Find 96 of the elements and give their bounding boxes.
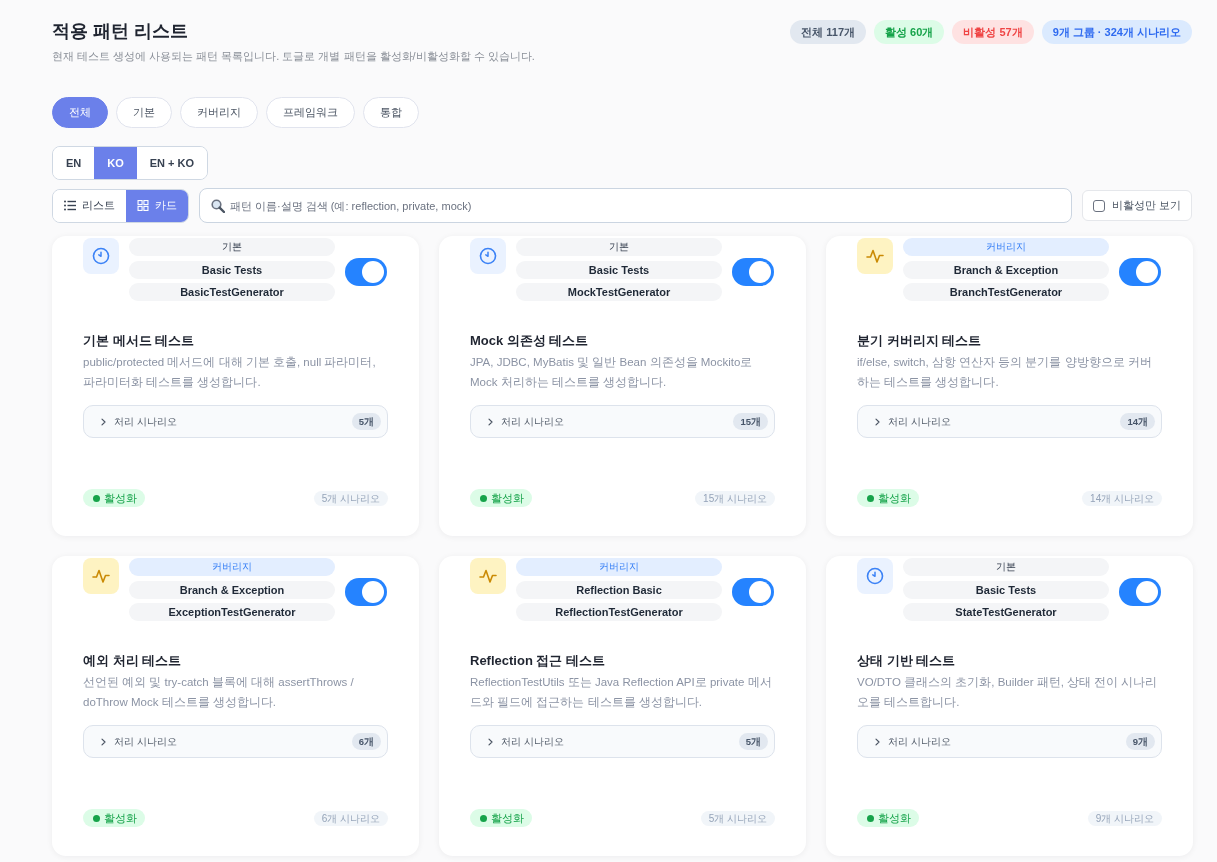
category-tab[interactable]: 기본 <box>116 97 172 128</box>
status-dot-icon <box>480 494 487 502</box>
generator-tag: ReflectionTestGenerator <box>516 603 722 621</box>
group-tag: Basic Tests <box>516 260 722 279</box>
pulse-icon <box>83 558 119 594</box>
chevron-icon <box>488 737 493 746</box>
status-badge: 활성화 <box>857 489 919 507</box>
card-description: public/protected 메서드에 대해 기본 호출, null 파라미터, 파라미터화 테스트를 생성합니다. <box>83 355 377 390</box>
card-title: 상태 기반 테스트 <box>857 652 957 670</box>
chevron-icon <box>101 417 106 426</box>
count-badge: 5개 <box>738 733 768 750</box>
clock-icon <box>470 238 506 274</box>
group-tag: Basic Tests <box>129 260 335 279</box>
status-badge: 활성화 <box>83 489 145 507</box>
group-tag: Reflection Basic <box>516 580 722 599</box>
count-badge: 9개 <box>1125 733 1155 750</box>
status-dot-icon <box>93 814 100 822</box>
count-badge: 6개 <box>351 733 381 750</box>
scenario-total-badge: 14개 시나리오 <box>1082 490 1162 506</box>
chevron-icon <box>875 737 880 746</box>
card-description: JPA, JDBC, MyBatis 및 일반 Bean 의존성을 Mockito로 Mock 처리하는 테스트를 생성합니다. <box>470 355 754 390</box>
search-icon <box>211 199 225 213</box>
stat-badge: 전체 117개 <box>790 20 867 44</box>
scenario-expander[interactable]: 처리 시나리오 5개 <box>470 725 775 758</box>
stat-badge: 활성 60개 <box>874 20 945 44</box>
checkbox[interactable] <box>1092 199 1105 212</box>
chevron-icon <box>101 737 106 746</box>
chevron-icon <box>488 417 493 426</box>
status-dot-icon <box>867 814 874 822</box>
scenario-total-badge: 9개 시나리오 <box>1087 810 1162 826</box>
generator-tag: StateTestGenerator <box>903 603 1109 621</box>
card-description: VO/DTO 클래스의 초기화, Builder 패턴, 상태 전이 시나리오를 테스트합니다. <box>857 675 1159 710</box>
group-tag: Basic Tests <box>903 580 1109 599</box>
scenario-total-badge: 15개 시나리오 <box>695 490 775 506</box>
card-title: 예외 처리 테스트 <box>83 652 183 670</box>
status-badge: 활성화 <box>470 489 532 507</box>
card-title: Mock 의존성 테스트 <box>470 332 590 350</box>
scenario-expander[interactable]: 처리 시나리오 5개 <box>83 405 388 438</box>
category-tab[interactable]: 커버리지 <box>180 97 258 128</box>
card-description: ReflectionTestUtils 또는 Java Reflection API로 private 메서드와 필드에 접근하는 테스트를 생성합니다. <box>470 675 773 710</box>
status-badge: 활성화 <box>83 809 145 827</box>
generator-tag: BranchTestGenerator <box>903 283 1109 301</box>
scenario-expander[interactable]: 처리 시나리오 9개 <box>857 725 1162 758</box>
list-icon <box>64 200 76 211</box>
status-dot-icon <box>480 814 487 822</box>
pulse-icon <box>857 238 893 274</box>
count-badge: 5개 <box>351 413 381 430</box>
count-badge: 15개 <box>733 413 768 430</box>
toggle-switch[interactable] <box>732 258 774 286</box>
status-dot-icon <box>93 494 100 502</box>
toggle-switch[interactable] <box>345 578 387 606</box>
scenario-total-badge: 5개 시나리오 <box>700 810 775 826</box>
category-tag: 커버리지 <box>129 558 335 576</box>
page-title: 적용 패턴 리스트 <box>52 20 189 42</box>
toggle-switch[interactable] <box>732 578 774 606</box>
scenario-total-badge: 6개 시나리오 <box>313 810 388 826</box>
status-badge: 활성화 <box>857 809 919 827</box>
toggle-switch[interactable] <box>1119 258 1161 286</box>
search-field[interactable]: 패턴 이름·설명 검색 (예: reflection, private, mock) <box>199 188 1072 223</box>
category-tab[interactable]: 전체 <box>52 97 108 128</box>
status-dot-icon <box>867 494 874 502</box>
card-description: if/else, switch, 삼항 연산자 등의 분기를 양방향으로 커버하는 테스트를 생성합니다. <box>857 355 1153 390</box>
scenario-expander[interactable]: 처리 시나리오 6개 <box>83 725 388 758</box>
group-tag: Branch & Exception <box>903 260 1109 279</box>
toggle-switch[interactable] <box>1119 578 1161 606</box>
group-tag: Branch & Exception <box>129 580 335 599</box>
card-title: Reflection 접근 테스트 <box>470 652 607 670</box>
toggle-switch[interactable] <box>345 258 387 286</box>
card-description: 선언된 예외 및 try-catch 블록에 대해 assertThrows / doThrow Mock 테스트를 생성합니다. <box>83 675 355 710</box>
pulse-icon <box>470 558 506 594</box>
category-tag: 기본 <box>516 238 722 256</box>
category-tab[interactable]: 통합 <box>363 97 419 128</box>
scenario-expander[interactable]: 처리 시나리오 14개 <box>857 405 1162 438</box>
grid-icon <box>137 200 149 211</box>
clock-icon <box>83 238 119 274</box>
status-badge: 활성화 <box>470 809 532 827</box>
scenario-total-badge: 5개 시나리오 <box>313 490 388 506</box>
clock-icon <box>857 558 893 594</box>
category-tag: 커버리지 <box>903 238 1109 256</box>
count-badge: 14개 <box>1120 413 1155 430</box>
generator-tag: BasicTestGenerator <box>129 283 335 301</box>
stat-badge: 비활성 57개 <box>952 20 1034 44</box>
generator-tag: MockTestGenerator <box>516 283 722 301</box>
chevron-icon <box>875 417 880 426</box>
card-title: 기본 메서드 테스트 <box>83 332 196 350</box>
category-tag: 기본 <box>129 238 335 256</box>
scenario-expander[interactable]: 처리 시나리오 15개 <box>470 405 775 438</box>
generator-tag: ExceptionTestGenerator <box>129 603 335 621</box>
card-title: 분기 커버리지 테스트 <box>857 332 983 350</box>
category-tag: 기본 <box>903 558 1109 576</box>
view-option[interactable]: 카드 <box>126 189 188 222</box>
category-tab[interactable]: 프레임워크 <box>266 97 355 128</box>
page-subtitle: 현재 테스트 생성에 사용되는 패턴 목록입니다. 토글로 개별 패턴을 활성화/비활성화할 수 있습니다. <box>52 49 535 63</box>
category-tag: 커버리지 <box>516 558 722 576</box>
language-option[interactable]: KO <box>94 147 137 179</box>
stat-badge: 9개 그룹 · 324개 시나리오 <box>1041 20 1192 44</box>
